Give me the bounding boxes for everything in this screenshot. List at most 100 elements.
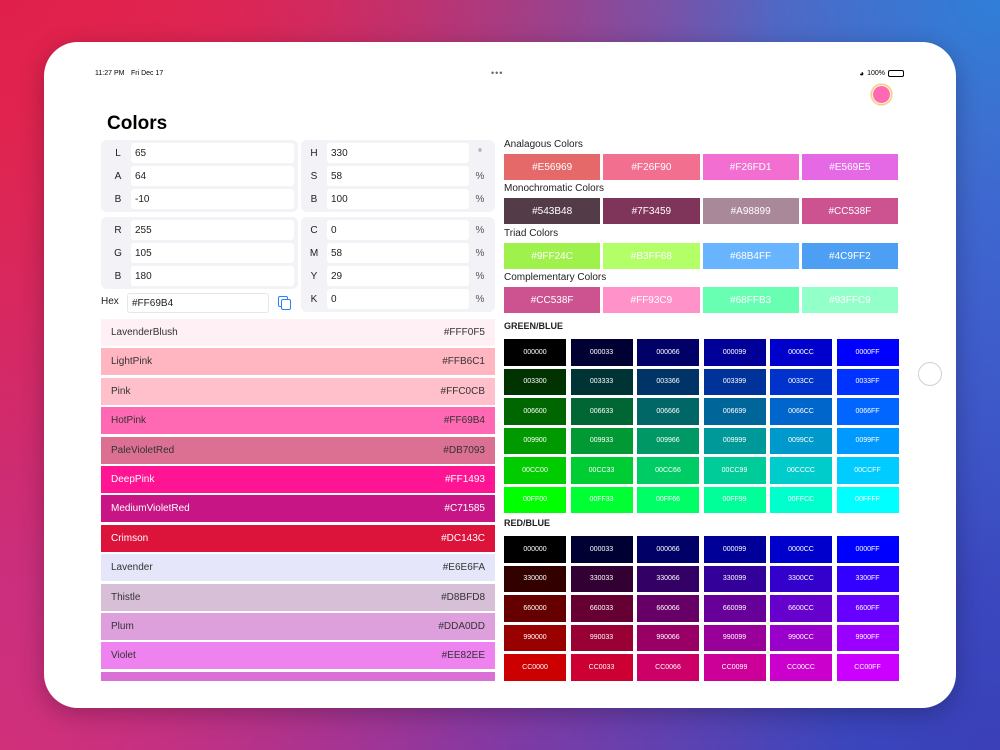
harmony-swatch[interactable]: #68FFB3 [702,287,799,313]
harmony-swatch[interactable]: #B3FF68 [603,243,700,269]
web-color-swatch[interactable]: 00CCFF [836,457,899,484]
lab-b-input[interactable]: -10 [131,189,294,209]
named-color-row[interactable]: Thistle #D8BFD8 [101,583,495,611]
web-color-swatch[interactable]: 000099 [703,536,766,563]
web-color-swatch[interactable]: 330099 [703,565,766,592]
home-button[interactable] [918,362,942,386]
web-color-swatch[interactable]: CC0066 [637,654,699,681]
named-color-row[interactable]: MediumVioletRed #C71585 [101,495,495,523]
web-color-swatch[interactable]: 3300FF [836,565,899,592]
web-color-swatch[interactable]: 000066 [637,536,699,563]
harmony-swatch[interactable]: #E569E5 [801,154,898,180]
harmony-swatch[interactable]: #F26F90 [603,154,700,180]
web-color-swatch[interactable]: 0033FF [836,368,899,395]
harmony-swatch[interactable]: #F26FD1 [702,154,799,180]
web-color-swatch[interactable]: 990033 [570,624,633,651]
multitask-dots-icon[interactable]: ••• [491,68,503,78]
web-color-swatch[interactable]: 0066FF [836,398,899,425]
web-color-swatch[interactable]: 990000 [504,624,566,651]
web-color-swatch[interactable]: 006600 [504,398,566,425]
web-color-swatch[interactable]: 003366 [637,368,699,395]
web-color-swatch[interactable]: 000099 [703,339,766,366]
web-color-swatch[interactable]: 660000 [504,595,566,622]
web-color-swatch[interactable]: 660099 [703,595,766,622]
web-color-swatch[interactable]: 000000 [504,536,566,563]
web-color-swatch[interactable]: 003333 [570,368,633,395]
web-color-swatch[interactable]: 000000 [504,339,566,366]
named-color-row[interactable]: DeepPink #FF1493 [101,465,495,493]
harmony-swatch[interactable]: #68B4FF [702,243,799,269]
web-color-swatch[interactable]: 006633 [570,398,633,425]
cmyk-c-input[interactable]: 0 [327,220,469,240]
web-color-swatch[interactable]: CC0000 [504,654,566,681]
web-color-swatch[interactable]: 00CC33 [570,457,633,484]
harmony-swatch[interactable]: #CC538F [801,198,898,224]
web-color-swatch[interactable]: 006666 [637,398,699,425]
web-color-swatch[interactable]: 0066CC [770,398,832,425]
named-color-row[interactable]: LightPink #FFB6C1 [101,348,495,376]
web-color-swatch[interactable]: 000033 [570,339,633,366]
web-color-swatch[interactable]: 9900CC [770,624,832,651]
web-color-swatch[interactable]: 009900 [504,427,566,454]
web-color-swatch[interactable]: CC00CC [770,654,832,681]
web-color-swatch[interactable]: 00FF00 [504,486,566,513]
lab-l-input[interactable]: 65 [131,143,294,163]
named-color-row[interactable]: Plum #DDA0DD [101,612,495,640]
web-color-swatch[interactable]: 0099FF [836,427,899,454]
web-color-swatch[interactable]: 0000CC [770,536,832,563]
named-color-row[interactable]: Violet #EE82EE [101,642,495,670]
harmony-swatch[interactable]: #7F3459 [603,198,700,224]
web-color-swatch[interactable]: 660033 [570,595,633,622]
harmony-swatch[interactable]: #543B48 [504,198,601,224]
web-color-swatch[interactable]: 3300CC [770,565,832,592]
web-color-swatch[interactable]: 00FF33 [570,486,633,513]
web-color-swatch[interactable]: 003399 [703,368,766,395]
web-color-swatch[interactable]: 00CC00 [504,457,566,484]
rgb-g-input[interactable]: 105 [131,243,294,263]
hsb-h-input[interactable]: 330 [327,143,469,163]
web-color-swatch[interactable]: 00FFFF [836,486,899,513]
web-color-swatch[interactable]: 00CC66 [637,457,699,484]
cmyk-m-input[interactable]: 58 [327,243,469,263]
web-color-swatch[interactable]: 0000CC [770,339,832,366]
named-color-row[interactable]: Pink #FFC0CB [101,377,495,405]
harmony-swatch[interactable]: #FF93C9 [603,287,700,313]
web-color-swatch[interactable]: 990066 [637,624,699,651]
web-color-swatch[interactable]: 330066 [637,565,699,592]
web-color-swatch[interactable]: 0099CC [770,427,832,454]
web-color-swatch[interactable]: 6600FF [836,595,899,622]
web-color-swatch[interactable]: CC0099 [703,654,766,681]
rgb-r-input[interactable]: 255 [131,220,294,240]
web-color-swatch[interactable]: 990099 [703,624,766,651]
named-color-row[interactable]: PaleVioletRed #DB7093 [101,436,495,464]
harmony-swatch[interactable]: #CC538F [504,287,601,313]
hsb-b-input[interactable]: 100 [327,189,469,209]
web-color-swatch[interactable]: 00CC99 [703,457,766,484]
web-color-swatch[interactable]: 009933 [570,427,633,454]
harmony-swatch[interactable]: #93FFC9 [801,287,898,313]
cmyk-k-input[interactable]: 0 [327,289,469,309]
web-color-swatch[interactable]: 000033 [570,536,633,563]
harmony-swatch[interactable]: #9FF24C [504,243,601,269]
web-color-swatch[interactable]: 0000FF [836,339,899,366]
hsb-s-input[interactable]: 58 [327,166,469,186]
web-color-swatch[interactable]: 9900FF [836,624,899,651]
named-color-row[interactable]: Crimson #DC143C [101,524,495,552]
harmony-swatch[interactable]: #E56969 [504,154,601,180]
web-color-swatch[interactable]: 00FF99 [703,486,766,513]
harmony-swatch[interactable]: #4C9FF2 [801,243,898,269]
named-color-row[interactable]: HotPink #FF69B4 [101,407,495,435]
web-color-swatch[interactable]: 330033 [570,565,633,592]
web-color-swatch[interactable]: 00CCCC [770,457,832,484]
web-color-swatch[interactable]: 660066 [637,595,699,622]
web-color-swatch[interactable]: 00FF66 [637,486,699,513]
named-color-row[interactable] [101,671,495,681]
web-color-swatch[interactable]: 006699 [703,398,766,425]
named-color-row[interactable]: LavenderBlush #FFF0F5 [101,319,495,346]
web-color-swatch[interactable]: 6600CC [770,595,832,622]
cmyk-y-input[interactable]: 29 [327,266,469,286]
rgb-b-input[interactable]: 180 [131,266,294,286]
copy-icon[interactable] [278,296,291,310]
web-color-swatch[interactable]: 0033CC [770,368,832,395]
harmony-swatch[interactable]: #A98899 [702,198,799,224]
